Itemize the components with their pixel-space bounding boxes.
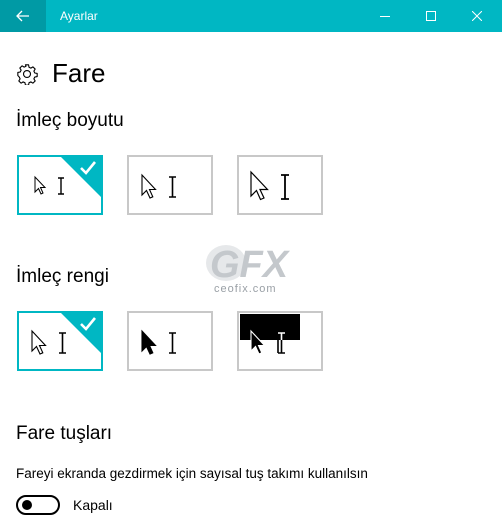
close-button[interactable] [454,0,500,32]
back-arrow-icon [16,10,29,22]
small-pointer-preview-icon [34,175,64,195]
pointer-color-inverted-option[interactable] [237,311,323,371]
minimize-button[interactable] [362,0,408,32]
toggle-knob [22,500,32,510]
checkmark-icon [80,317,97,331]
white-pointer-preview-icon [31,329,66,355]
pointer-size-large-option[interactable] [237,155,323,215]
pointer-color-white-option[interactable] [17,311,103,371]
back-button[interactable] [0,0,46,32]
mouse-keys-heading: Fare tuşları [16,423,113,444]
gear-icon [17,64,38,85]
maximize-icon [426,11,436,21]
pointer-size-medium-option[interactable] [127,155,213,215]
pointer-size-heading: İmleç boyutu [16,110,124,131]
mouse-keys-toggle[interactable] [16,495,60,515]
minimize-icon [380,16,390,17]
inverted-pointer-preview-icon [250,329,285,355]
window-title: Ayarlar [60,9,98,23]
pointer-color-black-option[interactable] [127,311,213,371]
svg-text:GFX: GFX [210,244,291,286]
checkmark-icon [80,161,97,175]
pointer-color-heading: İmleç rengi [16,266,109,287]
maximize-button[interactable] [408,0,454,32]
mouse-keys-description: Fareyi ekranda gezdirmek için sayısal tu… [16,466,368,481]
mouse-keys-toggle-state: Kapalı [73,497,113,513]
pointer-size-small-option[interactable] [17,155,103,215]
close-icon [472,11,482,21]
watermark-text: ceofix.com [214,283,277,295]
title-bar: Ayarlar [0,0,502,32]
black-pointer-preview-icon [141,329,176,355]
page-title: Fare [52,58,106,88]
large-pointer-preview-icon [250,170,289,201]
medium-pointer-preview-icon [141,173,176,199]
